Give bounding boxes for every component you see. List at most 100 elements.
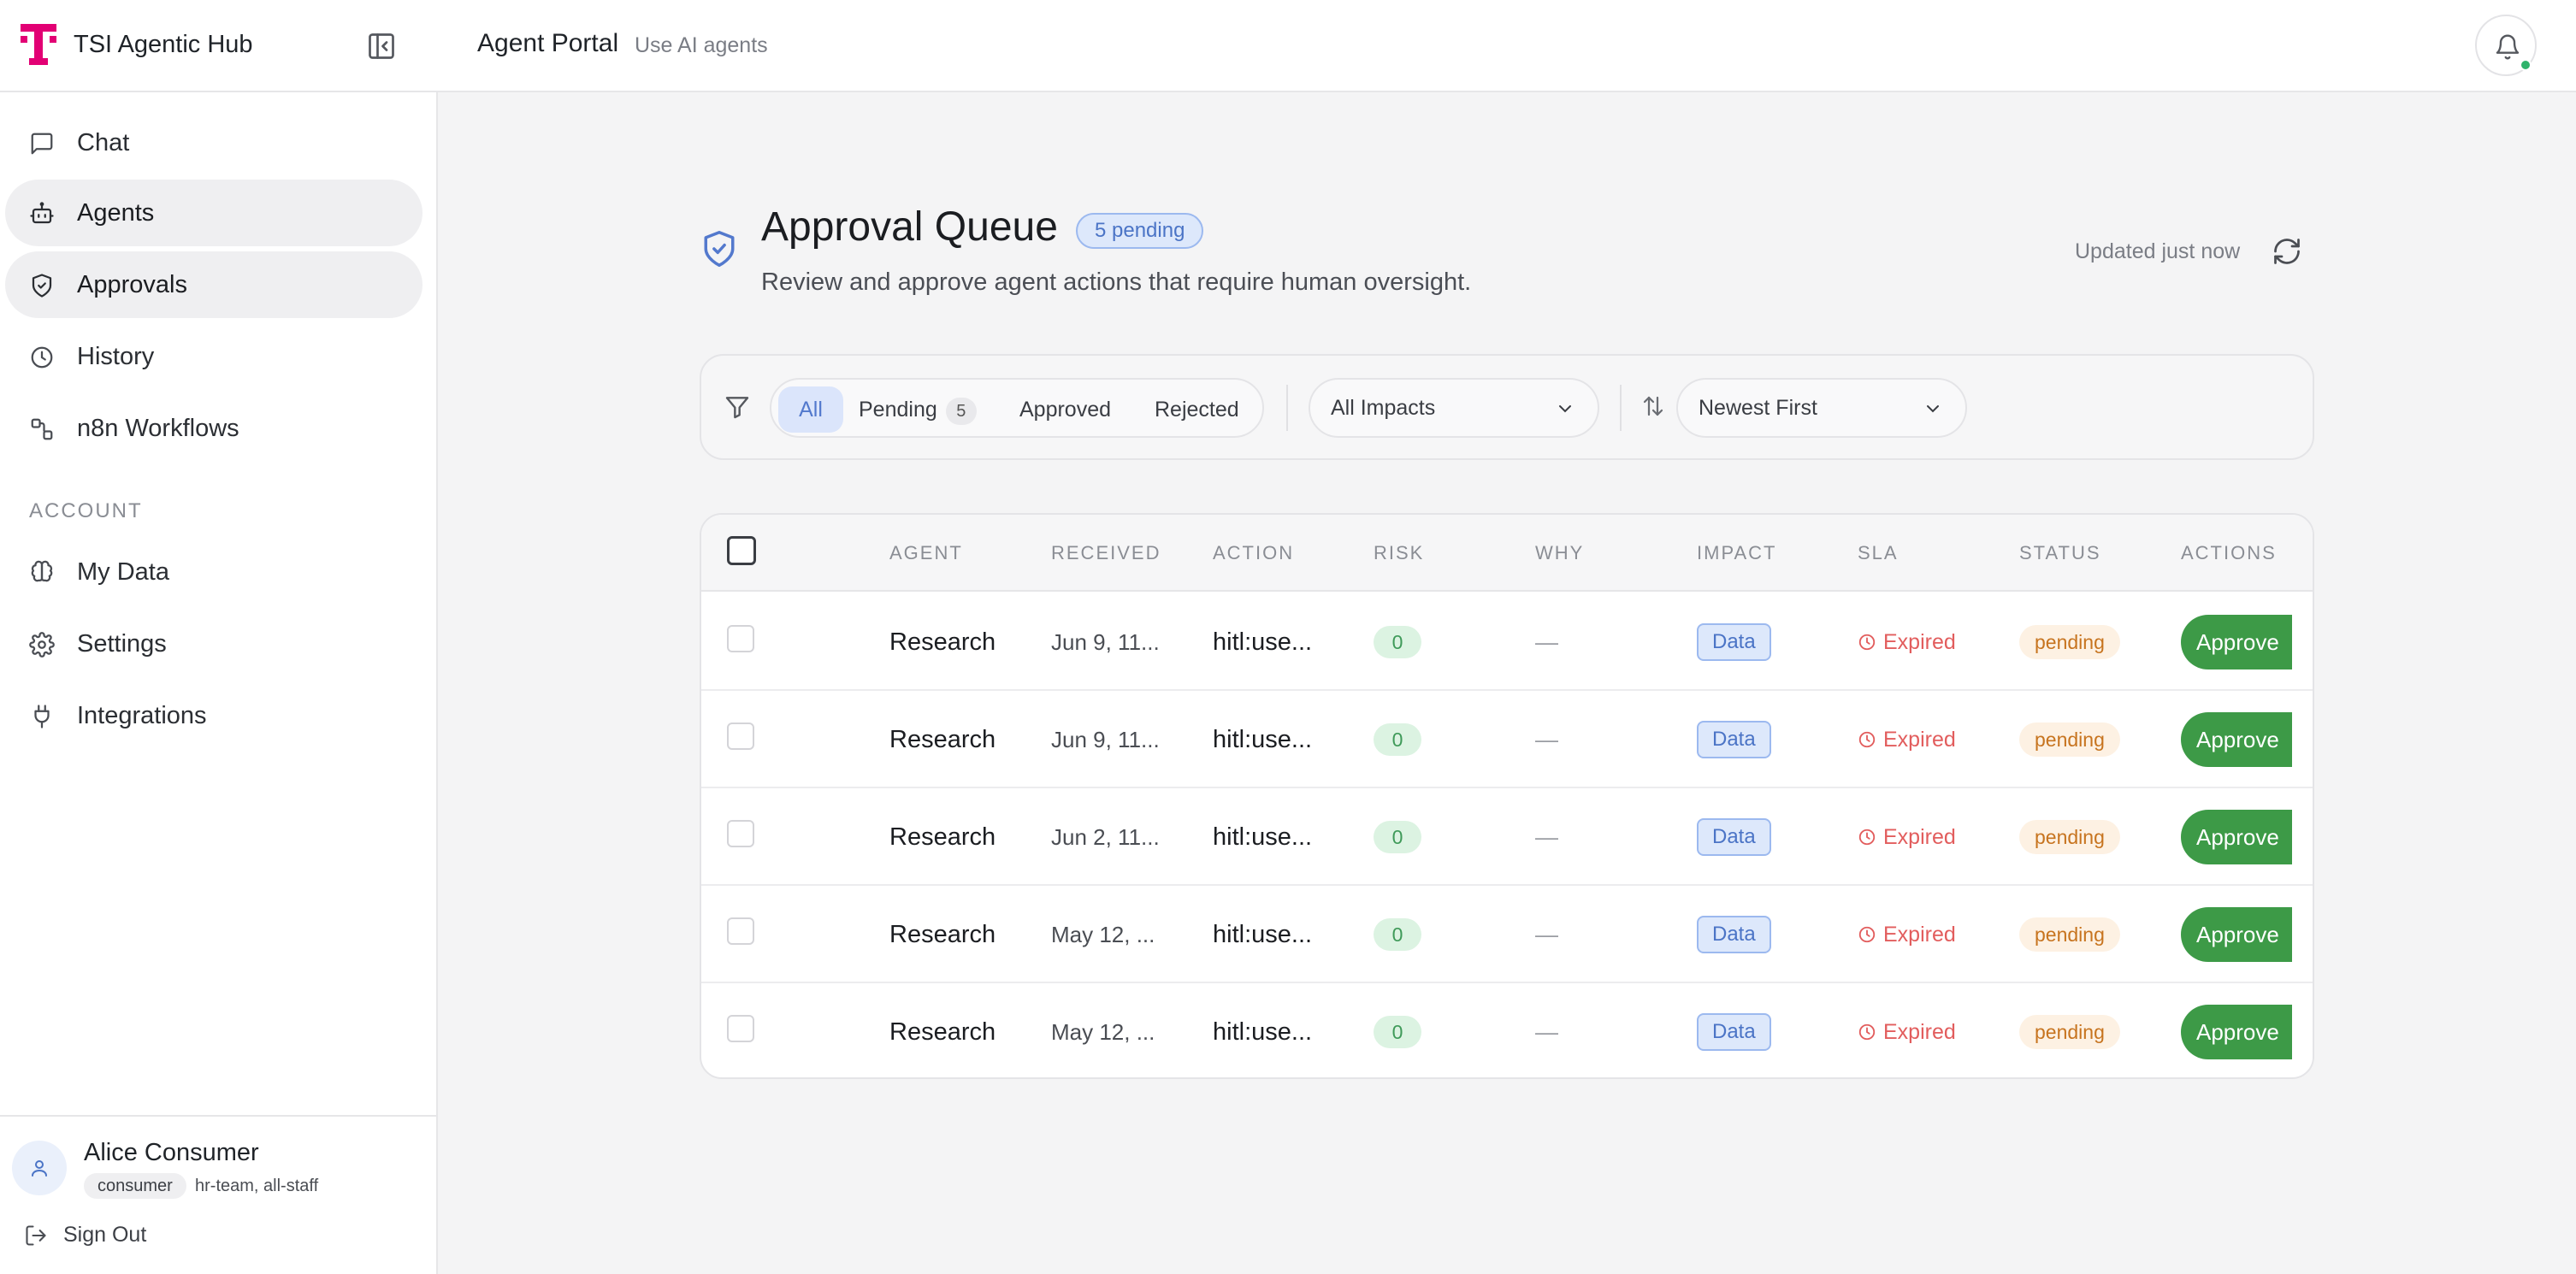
- table-row[interactable]: Research Jun 9, 11... hitl:use... 0 — Data Exp…: [701, 691, 2313, 788]
- row-checkbox[interactable]: [727, 723, 754, 750]
- action-name: hitl:use...: [1213, 823, 1313, 851]
- impact-badge: Data: [1697, 1013, 1771, 1051]
- divider: [1620, 385, 1622, 431]
- sidebar-toggle-button[interactable]: [366, 31, 397, 62]
- plug-icon: [34, 705, 50, 728]
- approve-button[interactable]: Approve: [2181, 810, 2292, 864]
- clock-icon: [1858, 1023, 1876, 1041]
- refresh-button[interactable]: [2272, 236, 2302, 267]
- column-header-agent[interactable]: AGENT: [889, 542, 963, 564]
- impact-filter-select[interactable]: All Impacts: [1309, 378, 1599, 438]
- table-row[interactable]: Research May 12, ... hitl:use... 0 — Data Expi…: [701, 886, 2313, 983]
- sidebar-item-settings[interactable]: Settings: [5, 610, 422, 677]
- divider: [1286, 385, 1288, 431]
- sidebar-item-history[interactable]: History: [5, 323, 422, 390]
- agent-name: Research: [889, 920, 996, 948]
- sort-icon: [1643, 396, 1663, 416]
- why-text: —: [1535, 1018, 1558, 1045]
- why-text: —: [1535, 921, 1558, 947]
- chevron-down-icon: [1559, 405, 1571, 413]
- table-row[interactable]: Research Jun 2, 11... hitl:use... 0 — Data Exp…: [701, 788, 2313, 886]
- sla-label: Expired: [1883, 727, 1956, 752]
- tab-pending[interactable]: Pending 5: [859, 386, 977, 433]
- row-checkbox[interactable]: [727, 625, 754, 652]
- received-time: Jun 9, 11...: [1051, 726, 1160, 752]
- approve-button[interactable]: Approve: [2181, 615, 2292, 669]
- clock-icon: [1858, 926, 1876, 943]
- pending-count: 5: [945, 398, 977, 425]
- notifications-button[interactable]: [2475, 15, 2537, 76]
- portal-title: Agent Portal: [477, 29, 619, 57]
- column-header-risk[interactable]: RISK: [1374, 542, 1424, 564]
- received-time: Jun 2, 11...: [1051, 823, 1160, 850]
- agent-name: Research: [889, 1017, 996, 1046]
- brain-icon: [31, 560, 53, 582]
- row-checkbox[interactable]: [727, 917, 754, 945]
- page-subtitle: Review and approve agent actions that re…: [761, 268, 1472, 296]
- column-header-sla[interactable]: SLA: [1858, 542, 1899, 564]
- status-badge: pending: [2019, 820, 2120, 854]
- status-badge: pending: [2019, 917, 2120, 952]
- table-row[interactable]: Research May 12, ... hitl:use... 0 — Data Expi…: [701, 983, 2313, 1077]
- sidebar-item-agents[interactable]: Agents: [5, 180, 422, 246]
- tab-label: Pending: [859, 398, 937, 422]
- row-checkbox[interactable]: [727, 820, 754, 847]
- impact-badge: Data: [1697, 721, 1771, 758]
- action-name: hitl:use...: [1213, 920, 1313, 948]
- risk-score-badge: 0: [1374, 723, 1421, 756]
- account-section-label: ACCOUNT: [29, 499, 143, 522]
- sign-out-button[interactable]: Sign Out: [24, 1223, 146, 1247]
- app-name: TSI Agentic Hub: [74, 30, 253, 58]
- sidebar: Chat Agents Approvals History n8n Workfl…: [0, 92, 438, 1274]
- sidebar-item-n8n-workflows[interactable]: n8n Workflows: [5, 395, 422, 462]
- filter-bar: All Pending 5 Approved Rejected All Impac…: [700, 354, 2314, 460]
- sidebar-item-my-data[interactable]: My Data: [5, 539, 422, 605]
- status-badge: pending: [2019, 723, 2120, 757]
- sla-status: Expired: [1858, 923, 1956, 947]
- chevron-down-icon: [1927, 405, 1939, 413]
- impact-badge: Data: [1697, 623, 1771, 661]
- table-row[interactable]: Research Jun 9, 11... hitl:use... 0 — Data Exp…: [701, 593, 2313, 691]
- sla-label: Expired: [1883, 824, 1956, 849]
- approve-button[interactable]: Approve: [2181, 907, 2292, 962]
- approve-button[interactable]: Approve: [2181, 1005, 2292, 1059]
- row-checkbox[interactable]: [727, 1015, 754, 1042]
- risk-score-badge: 0: [1374, 918, 1421, 951]
- received-time: May 12, ...: [1051, 1018, 1155, 1045]
- column-header-action[interactable]: ACTION: [1213, 542, 1294, 564]
- select-all-checkbox[interactable]: [727, 536, 756, 565]
- column-header-impact[interactable]: IMPACT: [1697, 542, 1776, 564]
- sort-value: Newest First: [1699, 396, 1817, 420]
- sidebar-item-label: My Data: [77, 557, 169, 586]
- why-text: —: [1535, 823, 1558, 850]
- status-badge: pending: [2019, 1015, 2120, 1049]
- column-header-why[interactable]: WHY: [1535, 542, 1584, 564]
- column-header-status[interactable]: STATUS: [2019, 542, 2101, 564]
- user-icon: [32, 1160, 47, 1177]
- user-name: Alice Consumer: [84, 1139, 259, 1166]
- approve-button[interactable]: Approve: [2181, 712, 2292, 767]
- brand[interactable]: TSI Agentic Hub: [19, 22, 253, 67]
- action-name: hitl:use...: [1213, 725, 1313, 753]
- clock-icon: [1858, 731, 1876, 748]
- sort-select[interactable]: Newest First: [1676, 378, 1967, 438]
- sidebar-item-label: Approvals: [77, 270, 187, 298]
- refresh-icon: [2274, 239, 2300, 264]
- sidebar-item-approvals[interactable]: Approvals: [5, 251, 422, 318]
- tab-all[interactable]: All: [778, 386, 843, 433]
- sidebar-item-label: Agents: [77, 198, 155, 227]
- sidebar-item-chat[interactable]: Chat: [5, 109, 422, 176]
- avatar[interactable]: [12, 1141, 67, 1195]
- chat-icon: [31, 133, 53, 155]
- clock-icon: [1858, 634, 1876, 651]
- tab-approved[interactable]: Approved: [1019, 386, 1111, 433]
- sla-label: Expired: [1883, 922, 1956, 947]
- page-title: Approval Queue: [761, 204, 1058, 250]
- sidebar-item-label: History: [77, 342, 155, 370]
- tab-rejected[interactable]: Rejected: [1155, 386, 1239, 433]
- column-header-received[interactable]: RECEIVED: [1051, 542, 1161, 564]
- sidebar-item-integrations[interactable]: Integrations: [5, 682, 422, 749]
- impact-badge: Data: [1697, 818, 1771, 856]
- table-header: AGENT RECEIVED ACTION RISK WHY IMPACT SL…: [701, 515, 2313, 592]
- bot-icon: [30, 202, 54, 224]
